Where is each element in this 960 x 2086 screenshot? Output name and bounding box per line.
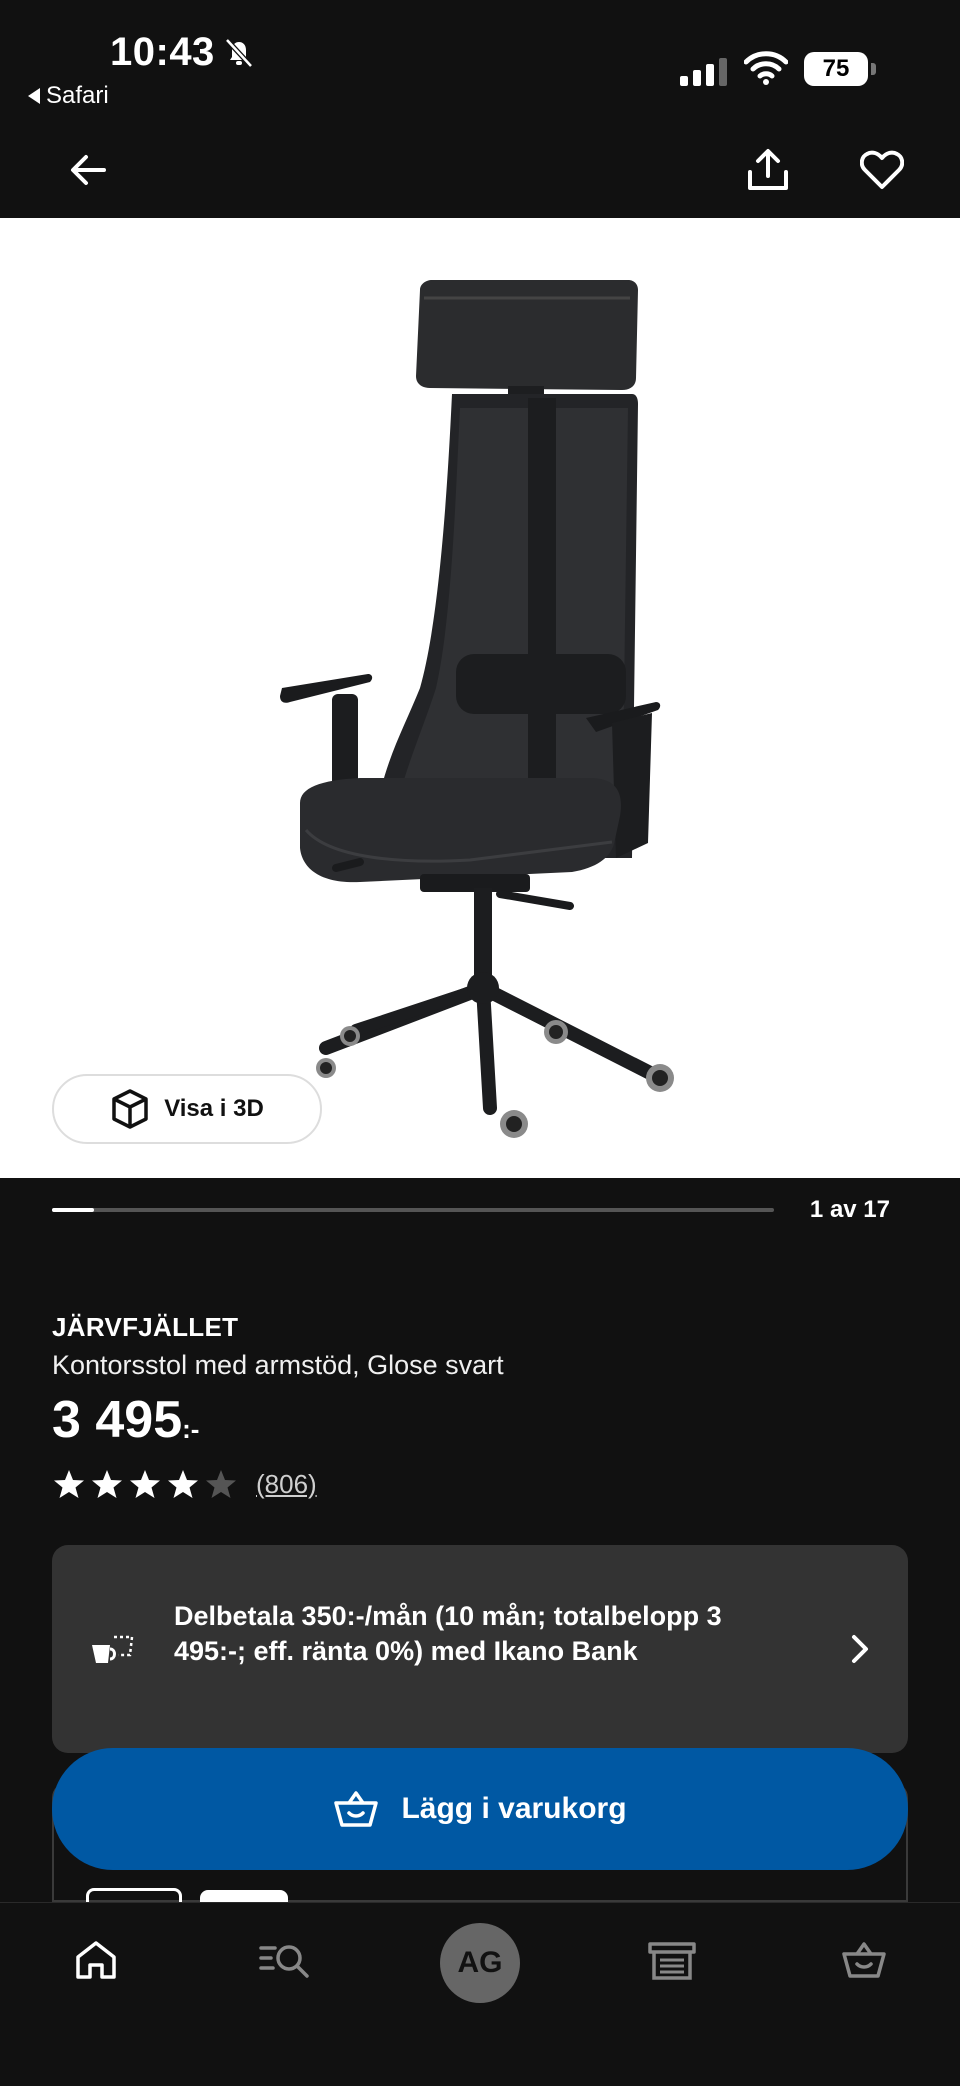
arrow-left-icon <box>71 155 106 185</box>
star-filled-icon <box>168 1470 198 1498</box>
back-triangle-icon <box>28 88 40 104</box>
gallery-progress-fill <box>52 1208 95 1212</box>
rating-stars <box>52 1468 238 1500</box>
share-button[interactable] <box>738 140 798 200</box>
shopping-basket-icon <box>842 1942 886 1978</box>
financing-text: Delbetala 350:-/mån (10 mån; totalbelopp… <box>174 1601 722 1666</box>
add-to-cart-label: Lägg i varukorg <box>401 1792 627 1825</box>
tab-store[interactable] <box>632 1925 712 1995</box>
tab-home[interactable] <box>56 1925 136 1995</box>
payment-split-icon <box>92 1635 134 1663</box>
tab-cart[interactable] <box>824 1925 904 1995</box>
view-in-3d-button[interactable]: Visa i 3D <box>52 1074 322 1144</box>
bell-muted-icon <box>225 38 253 68</box>
product-rating[interactable]: (806) <box>52 1468 317 1500</box>
product-description: Kontorsstol med armstöd, Glose svart <box>52 1350 504 1380</box>
store-icon <box>648 1942 696 1980</box>
product-price: 3 495 :- <box>52 1390 199 1450</box>
view-in-3d-label: Visa i 3D <box>164 1095 264 1122</box>
battery-indicator: 75 <box>804 52 876 86</box>
star-filled-icon <box>92 1470 122 1498</box>
favorite-button[interactable] <box>852 140 912 200</box>
financing-offer-card[interactable]: Delbetala 350:-/mån (10 mån; totalbelopp… <box>52 1545 908 1753</box>
status-bar: 10:43 Safari 75 <box>0 0 960 120</box>
star-filled-icon <box>54 1470 84 1498</box>
wifi-icon <box>744 51 788 85</box>
star-filled-icon <box>130 1470 160 1498</box>
cube-3d-icon <box>112 1089 148 1129</box>
status-time: 10:43 <box>110 30 215 74</box>
product-name: JÄRVFJÄLLET <box>52 1312 239 1342</box>
back-app-label: Safari <box>46 82 109 109</box>
share-icon <box>748 149 788 190</box>
home-icon <box>76 1941 116 1979</box>
nav-header <box>0 120 960 218</box>
back-button[interactable] <box>58 140 118 200</box>
add-to-cart-button[interactable]: Lägg i varukorg <box>52 1748 908 1870</box>
profile-avatar[interactable]: AG <box>440 1923 520 2003</box>
product-image-gallery[interactable]: Visa i 3D <box>0 218 960 1178</box>
bottom-tab-bar: AG <box>0 1902 960 2086</box>
gallery-counter: 1 av 17 <box>809 1196 890 1223</box>
price-value: 3 495 <box>52 1391 183 1449</box>
heart-icon <box>860 150 904 189</box>
gallery-progress-bar <box>52 1208 774 1212</box>
office-chair-image <box>280 280 674 1138</box>
price-suffix: :- <box>182 1414 200 1444</box>
search-list-icon <box>259 1945 309 1978</box>
shopping-basket-icon <box>334 1791 379 1827</box>
tab-search[interactable] <box>246 1925 326 1995</box>
back-to-safari-link[interactable]: Safari <box>28 82 109 110</box>
review-count-link[interactable]: (806) <box>256 1469 317 1500</box>
star-empty-icon <box>206 1470 236 1498</box>
chevron-right-icon <box>852 1635 868 1663</box>
cellular-signal-icon <box>680 52 727 86</box>
